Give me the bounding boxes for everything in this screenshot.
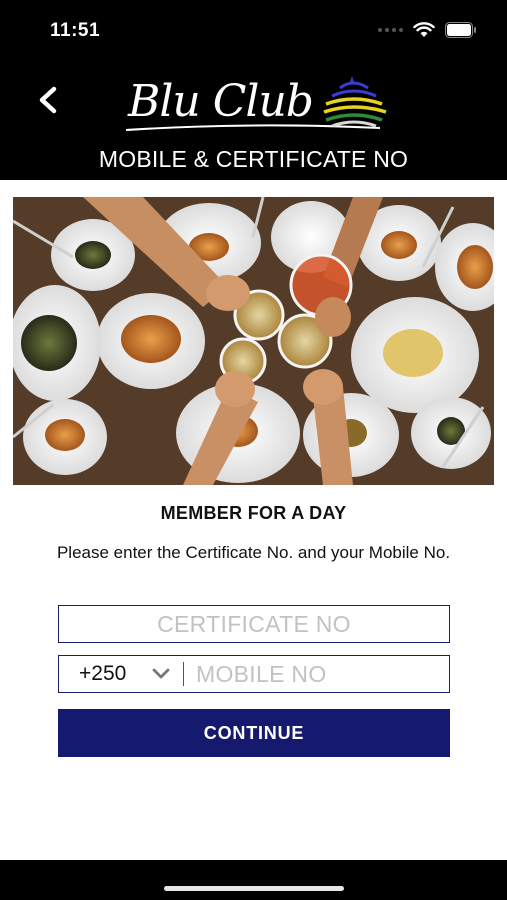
chevron-down-icon [152, 668, 170, 679]
wifi-icon [413, 22, 435, 37]
logo-emblem-icon [125, 76, 387, 131]
country-code-select[interactable]: +250 [59, 656, 183, 692]
chevron-left-icon [39, 86, 57, 114]
instructions-text: Please enter the Certificate No. and you… [56, 543, 451, 562]
mobile-input[interactable] [184, 656, 449, 692]
signal-dots-icon [378, 28, 403, 32]
food-photo-icon [13, 197, 494, 485]
mobile-field: +250 [58, 655, 450, 693]
continue-button[interactable]: CONTINUE [58, 709, 450, 757]
section-title: MEMBER FOR A DAY [160, 503, 347, 523]
blu-club-logo: Blu Club [122, 68, 387, 144]
back-button[interactable] [28, 80, 68, 120]
app-header: Blu Club MOBILE & CERTIFICATE NO [0, 62, 507, 180]
home-bar [0, 860, 507, 900]
certificate-input[interactable] [59, 606, 449, 642]
battery-icon [445, 22, 476, 38]
status-bar: 11:51 [0, 0, 507, 62]
certificate-field [58, 605, 450, 643]
status-icons [378, 22, 477, 38]
home-indicator[interactable] [164, 886, 344, 891]
hero-image [13, 197, 494, 485]
main-content: MEMBER FOR A DAY Please enter the Certif… [0, 180, 507, 860]
country-code-value: +250 [79, 662, 127, 685]
page-title: MOBILE & CERTIFICATE NO [98, 146, 409, 172]
status-time: 11:51 [50, 20, 101, 41]
